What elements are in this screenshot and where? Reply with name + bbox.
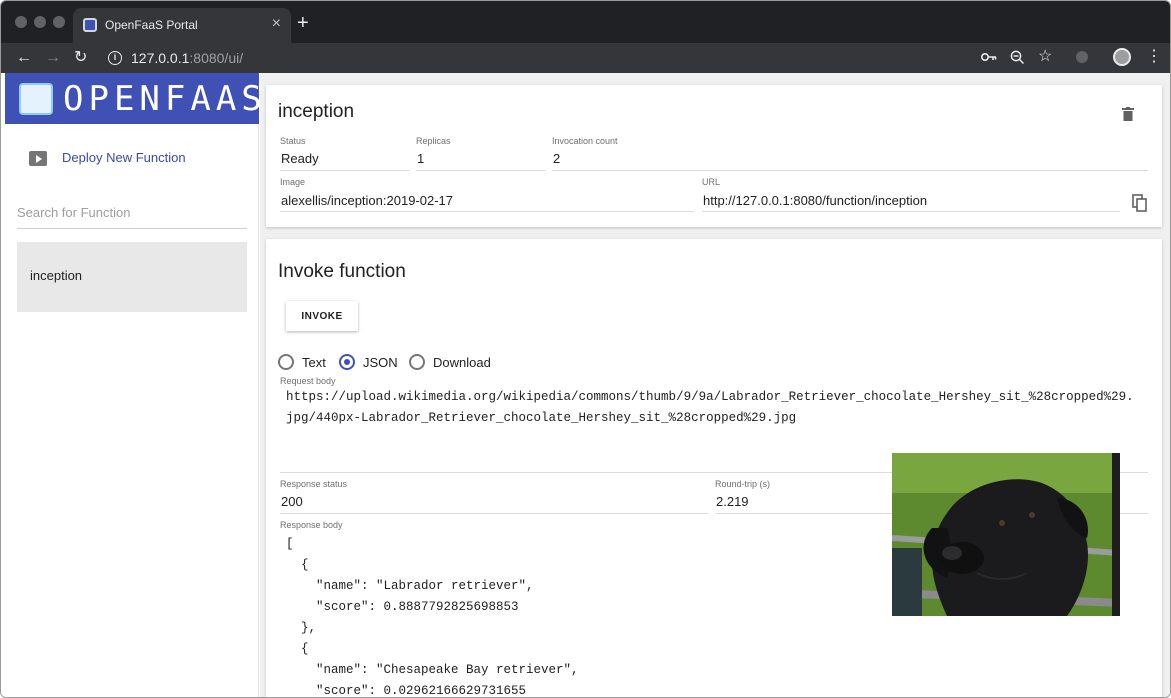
openfaas-favicon-icon xyxy=(83,18,97,32)
request-body-label: Request body xyxy=(280,376,336,386)
invoke-button[interactable]: INVOKE xyxy=(286,301,358,331)
status-value: Ready xyxy=(281,151,319,166)
profile-avatar[interactable] xyxy=(1113,48,1131,66)
url-host: 127.0.0.1 xyxy=(131,50,190,66)
roundtrip-value: 2.219 xyxy=(716,494,749,509)
tab-close-icon[interactable]: × xyxy=(272,16,281,32)
invocation-count-label: Invocation count xyxy=(552,136,618,146)
image-label: Image xyxy=(280,177,306,187)
response-status-underline xyxy=(280,513,708,514)
replicas-label: Replicas xyxy=(416,136,451,146)
browser-titlebar: OpenFaaS Portal × + xyxy=(1,1,1170,43)
invoke-function-card: Invoke function INVOKE Text JSON Downloa… xyxy=(266,239,1162,698)
invocation-count-value: 2 xyxy=(553,151,561,166)
radio-download-circle xyxy=(409,354,425,370)
browser-toolbar: ← → ↻ i 127.0.0.1:8080/ui/ ☆ ⋮ xyxy=(1,43,1170,73)
response-body-label: Response body xyxy=(280,520,343,530)
url-label: URL xyxy=(702,177,721,187)
function-details-card: inception Status Ready Replicas 1 Invoca… xyxy=(266,85,1162,227)
deploy-icon xyxy=(29,151,47,166)
copy-url-icon[interactable] xyxy=(1132,194,1148,212)
response-status-label: Response status xyxy=(280,479,348,489)
logo-text: OPENFAAS xyxy=(63,79,267,119)
radio-text-label: Text xyxy=(302,355,326,370)
delete-function-icon[interactable] xyxy=(1122,107,1134,121)
browser-tab[interactable]: OpenFaaS Portal × xyxy=(73,8,291,43)
invocation-count-underline xyxy=(552,170,1148,171)
zoom-window-button[interactable] xyxy=(53,16,65,28)
request-body-line-1: https://upload.wikimedia.org/wikipedia/c… xyxy=(286,390,1134,404)
radio-text-circle xyxy=(278,354,294,370)
sidebar: OPENFAAS Deploy New Function inception xyxy=(1,73,262,697)
request-body-line-2: jpg/440px-Labrador_Retriever_chocolate_H… xyxy=(286,411,797,425)
extension-icon[interactable] xyxy=(1076,51,1088,63)
roundtrip-label: Round-trip (s) xyxy=(715,479,771,489)
browser-menu-icon[interactable]: ⋮ xyxy=(1146,49,1162,65)
response-status-value: 200 xyxy=(281,494,303,509)
function-list-item-label: inception xyxy=(30,268,83,283)
dog-photo-image xyxy=(892,453,1120,616)
openfaas-logo-icon xyxy=(19,83,53,115)
status-underline xyxy=(280,170,410,171)
new-tab-button[interactable]: + xyxy=(297,13,309,33)
minimize-window-button[interactable] xyxy=(34,16,46,28)
reload-icon[interactable]: ↻ xyxy=(74,48,87,68)
site-info-icon[interactable]: i xyxy=(108,51,122,65)
forward-icon[interactable]: → xyxy=(45,48,61,68)
radio-json-circle xyxy=(339,354,355,370)
radio-download-label: Download xyxy=(433,355,491,370)
replicas-value: 1 xyxy=(417,151,425,166)
image-underline xyxy=(280,211,694,212)
bookmark-star-icon[interactable]: ☆ xyxy=(1038,48,1052,66)
search-input[interactable] xyxy=(17,203,247,220)
logo-bar: OPENFAAS xyxy=(5,73,262,124)
url-path: :8080/ui/ xyxy=(189,50,244,66)
function-title: inception xyxy=(278,101,355,122)
invoke-title: Invoke function xyxy=(278,261,406,282)
replicas-underline xyxy=(416,170,546,171)
url-value: http://127.0.0.1:8080/function/inception xyxy=(703,193,928,208)
tab-title: OpenFaaS Portal xyxy=(105,18,198,32)
radio-json-label: JSON xyxy=(363,355,398,370)
back-icon[interactable]: ← xyxy=(16,48,32,68)
status-label: Status xyxy=(280,136,306,146)
url-underline xyxy=(702,211,1120,212)
request-body-input[interactable]: https://upload.wikimedia.org/wikipedia/c… xyxy=(286,387,1156,429)
response-body: [ { "name": "Labrador retriever", "score… xyxy=(286,537,579,698)
address-bar[interactable]: 127.0.0.1:8080/ui/ xyxy=(131,50,243,66)
close-window-button[interactable] xyxy=(15,16,27,28)
key-icon[interactable] xyxy=(981,52,997,62)
image-value: alexellis/inception:2019-02-17 xyxy=(281,193,454,208)
main-content: inception Status Ready Replicas 1 Invoca… xyxy=(260,73,1170,698)
search-field[interactable] xyxy=(17,203,247,229)
zoom-out-icon[interactable] xyxy=(1010,50,1025,65)
deploy-label: Deploy New Function xyxy=(62,150,186,165)
function-list-item[interactable]: inception xyxy=(17,242,247,312)
browser-window: OpenFaaS Portal × + ← → ↻ i 127.0.0.1:80… xyxy=(0,0,1171,698)
